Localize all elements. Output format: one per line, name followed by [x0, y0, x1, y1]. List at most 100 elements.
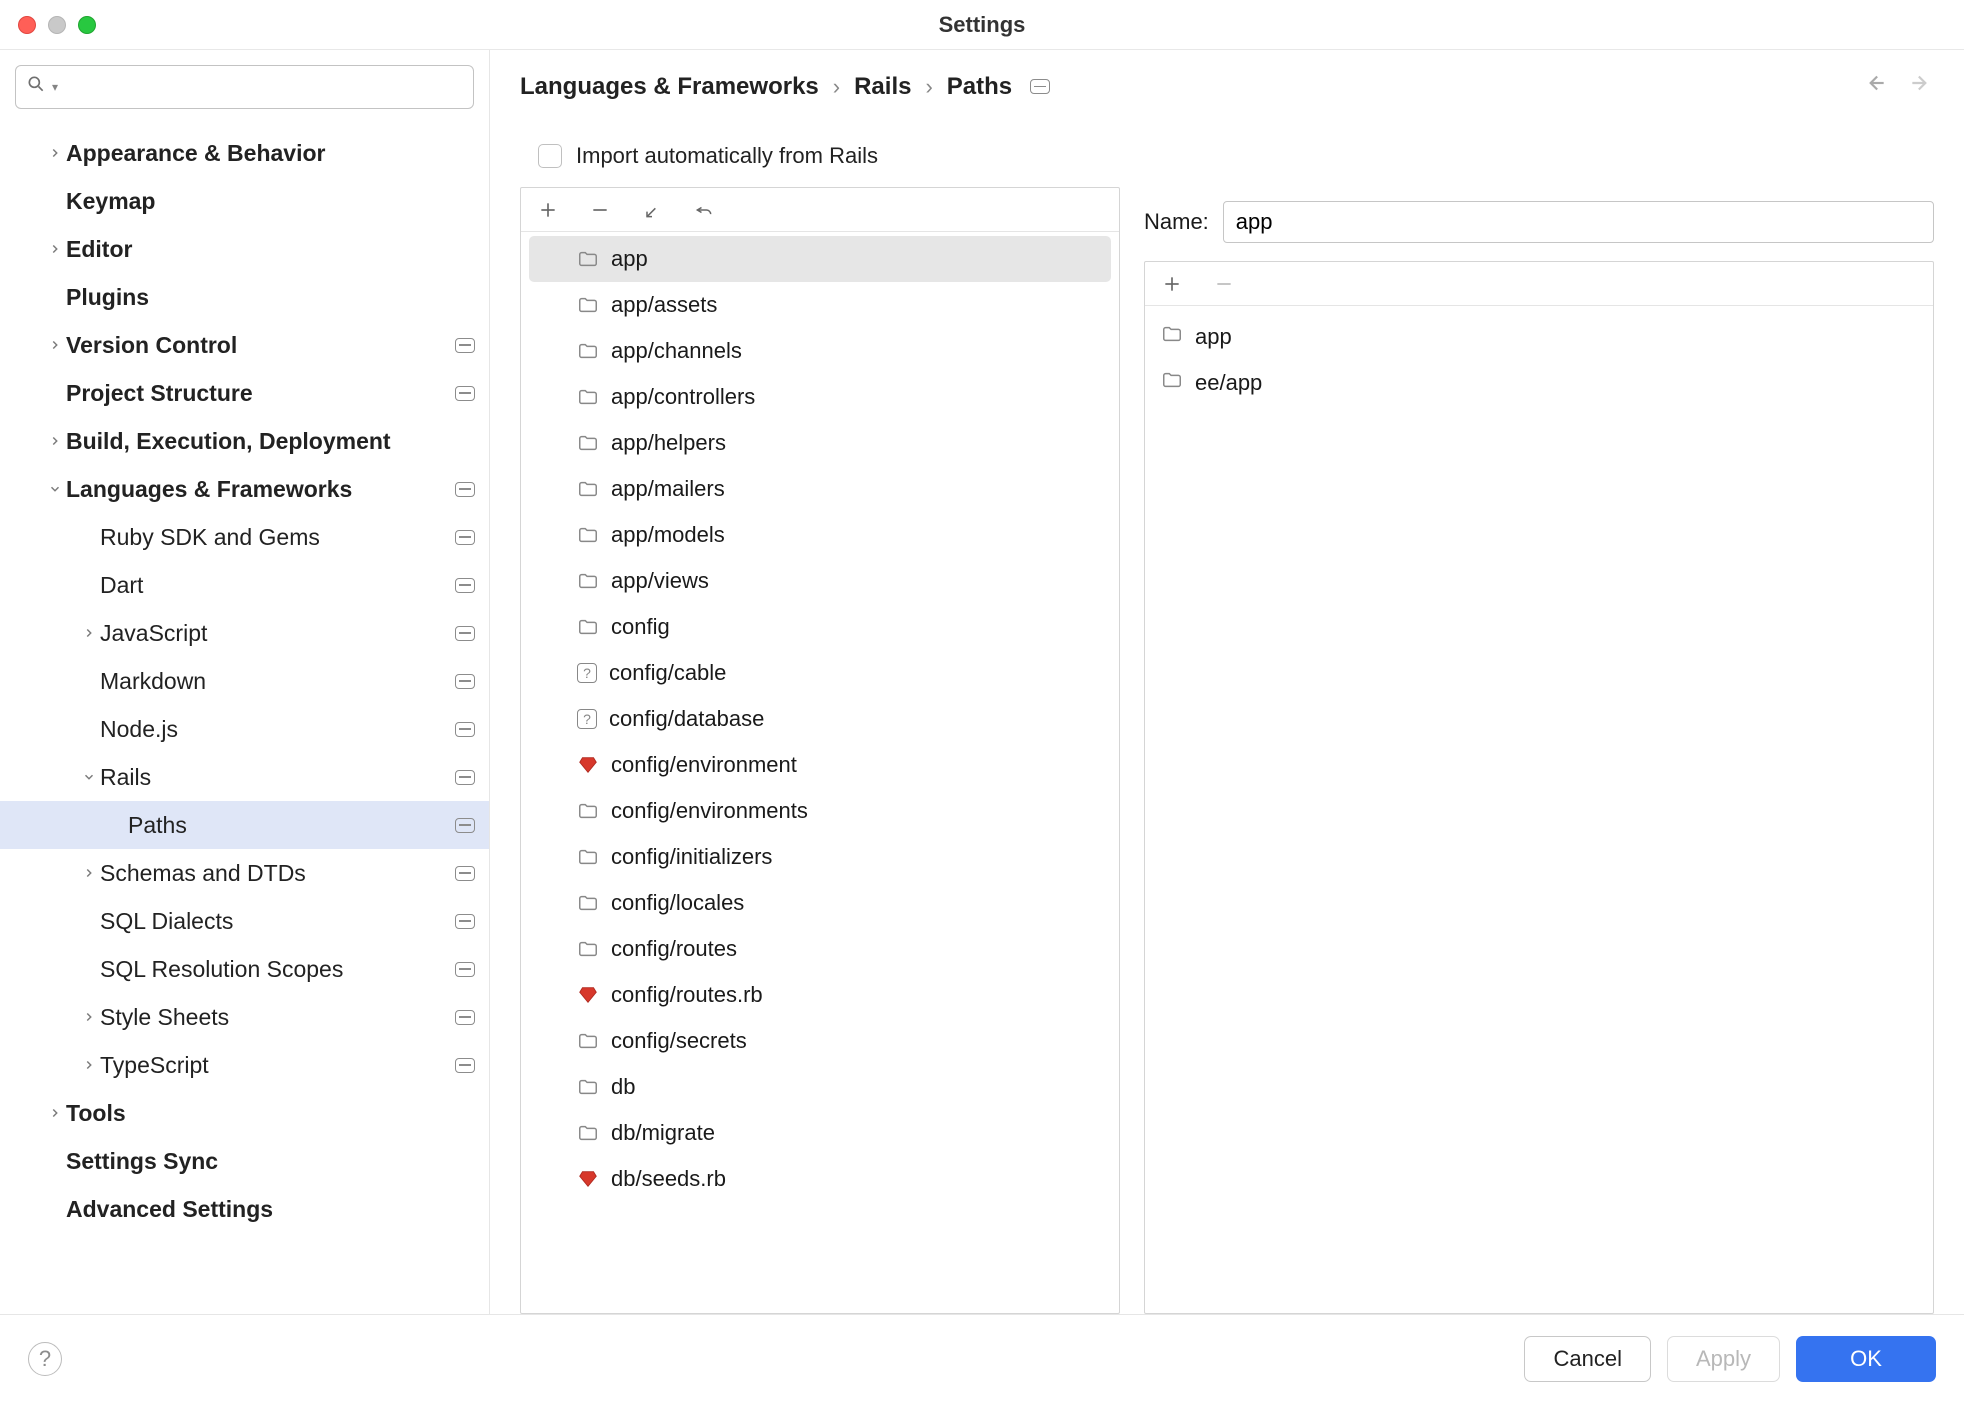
path-item-label: config/database	[609, 706, 764, 732]
sidebar-item[interactable]: JavaScript	[0, 609, 489, 657]
sidebar-item[interactable]: Languages & Frameworks	[0, 465, 489, 513]
sidebar-item-label: Build, Execution, Deployment	[66, 428, 475, 455]
chevron-down-icon	[78, 770, 100, 784]
path-item-label: config/cable	[609, 660, 726, 686]
sidebar-item-label: Node.js	[100, 716, 455, 743]
titlebar: Settings	[0, 0, 1964, 50]
import-auto-checkbox[interactable]	[538, 144, 562, 168]
path-list-item[interactable]: db/seeds.rb	[529, 1156, 1111, 1202]
sidebar-item-label: Paths	[128, 812, 455, 839]
sidebar-item[interactable]: Markdown	[0, 657, 489, 705]
path-item-label: config/environments	[611, 798, 808, 824]
path-item-label: db/migrate	[611, 1120, 715, 1146]
path-item-label: app/models	[611, 522, 725, 548]
apply-button[interactable]: Apply	[1667, 1336, 1780, 1382]
sidebar-item[interactable]: Paths	[0, 801, 489, 849]
sidebar-item[interactable]: Settings Sync	[0, 1137, 489, 1185]
path-list-item[interactable]: config/locales	[529, 880, 1111, 926]
help-button[interactable]: ?	[28, 1342, 62, 1376]
chevron-right-icon	[44, 338, 66, 352]
path-list-item[interactable]: config	[529, 604, 1111, 650]
path-list-item[interactable]: db	[529, 1064, 1111, 1110]
window-maximize-button[interactable]	[78, 16, 96, 34]
reload-path-button[interactable]	[639, 197, 665, 223]
project-scope-icon	[455, 1010, 475, 1025]
paths-pane: appapp/assetsapp/channelsapp/controllers…	[520, 187, 1120, 1314]
folder-icon	[577, 478, 599, 500]
sidebar-item[interactable]: Node.js	[0, 705, 489, 753]
path-list-item[interactable]: config/secrets	[529, 1018, 1111, 1064]
window-close-button[interactable]	[18, 16, 36, 34]
path-list-item[interactable]: config/routes.rb	[529, 972, 1111, 1018]
path-list-item[interactable]: app/mailers	[529, 466, 1111, 512]
folder-icon	[577, 800, 599, 822]
path-list-item[interactable]: app/helpers	[529, 420, 1111, 466]
breadcrumb-part[interactable]: Languages & Frameworks	[520, 73, 819, 101]
sidebar-item[interactable]: Plugins	[0, 273, 489, 321]
breadcrumb-part[interactable]: Rails	[854, 73, 911, 101]
path-list-item[interactable]: db/migrate	[529, 1110, 1111, 1156]
settings-search[interactable]: ▾	[15, 65, 474, 109]
paths-list[interactable]: appapp/assetsapp/channelsapp/controllers…	[521, 232, 1119, 1313]
sidebar-item[interactable]: SQL Resolution Scopes	[0, 945, 489, 993]
sidebar-item[interactable]: Appearance & Behavior	[0, 129, 489, 177]
sidebar-item[interactable]: Project Structure	[0, 369, 489, 417]
cancel-button[interactable]: Cancel	[1524, 1336, 1650, 1382]
path-list-item[interactable]: config/routes	[529, 926, 1111, 972]
breadcrumb-part[interactable]: Paths	[947, 73, 1012, 101]
add-map-button[interactable]	[1159, 271, 1185, 297]
path-list-item[interactable]: ?config/cable	[529, 650, 1111, 696]
path-list-item[interactable]: app/channels	[529, 328, 1111, 374]
sidebar-item[interactable]: Version Control	[0, 321, 489, 369]
folder-icon	[577, 570, 599, 592]
nav-back-button[interactable]	[1862, 70, 1888, 103]
path-item-label: app/views	[611, 568, 709, 594]
chevron-right-icon	[44, 146, 66, 160]
sidebar-item[interactable]: Build, Execution, Deployment	[0, 417, 489, 465]
path-list-item[interactable]: config/environments	[529, 788, 1111, 834]
sidebar-item[interactable]: Tools	[0, 1089, 489, 1137]
sidebar-item[interactable]: Schemas and DTDs	[0, 849, 489, 897]
chevron-right-icon	[44, 434, 66, 448]
sidebar-item[interactable]: Advanced Settings	[0, 1185, 489, 1233]
sidebar-item[interactable]: Keymap	[0, 177, 489, 225]
remove-map-button[interactable]	[1211, 271, 1237, 297]
path-list-item[interactable]: app	[529, 236, 1111, 282]
sidebar-item[interactable]: Dart	[0, 561, 489, 609]
sidebar-item[interactable]: Style Sheets	[0, 993, 489, 1041]
path-list-item[interactable]: app/assets	[529, 282, 1111, 328]
mapped-path-item[interactable]: app	[1145, 314, 1933, 360]
path-list-item[interactable]: config/initializers	[529, 834, 1111, 880]
path-list-item[interactable]: config/environment	[529, 742, 1111, 788]
sidebar-item-label: SQL Dialects	[100, 908, 455, 935]
window-minimize-button[interactable]	[48, 16, 66, 34]
remove-path-button[interactable]	[587, 197, 613, 223]
mapped-paths-list[interactable]: appee/app	[1145, 306, 1933, 1313]
search-input[interactable]	[64, 76, 463, 99]
breadcrumb: Languages & Frameworks › Rails › Paths	[520, 70, 1934, 103]
sidebar-item-label: Dart	[100, 572, 455, 599]
folder-icon	[577, 1076, 599, 1098]
sidebar-item[interactable]: Rails	[0, 753, 489, 801]
path-list-item[interactable]: app/views	[529, 558, 1111, 604]
path-list-item[interactable]: app/controllers	[529, 374, 1111, 420]
unknown-icon: ?	[577, 709, 597, 729]
mapped-path-item[interactable]: ee/app	[1145, 360, 1933, 406]
ok-button[interactable]: OK	[1796, 1336, 1936, 1382]
project-scope-icon	[455, 770, 475, 785]
sidebar-item[interactable]: Editor	[0, 225, 489, 273]
add-path-button[interactable]	[535, 197, 561, 223]
sidebar-item[interactable]: TypeScript	[0, 1041, 489, 1089]
sidebar-item-label: Markdown	[100, 668, 455, 695]
undo-path-button[interactable]	[691, 197, 717, 223]
settings-main: Languages & Frameworks › Rails › Paths I…	[490, 50, 1964, 1314]
chevron-right-icon	[44, 242, 66, 256]
sidebar-item[interactable]: Ruby SDK and Gems	[0, 513, 489, 561]
path-list-item[interactable]: ? config/database	[529, 696, 1111, 742]
name-input[interactable]	[1223, 201, 1934, 243]
path-list-item[interactable]: app/models	[529, 512, 1111, 558]
search-dropdown-icon[interactable]: ▾	[52, 80, 58, 94]
sidebar-item[interactable]: SQL Dialects	[0, 897, 489, 945]
chevron-right-icon	[78, 866, 100, 880]
nav-forward-button[interactable]	[1908, 70, 1934, 103]
